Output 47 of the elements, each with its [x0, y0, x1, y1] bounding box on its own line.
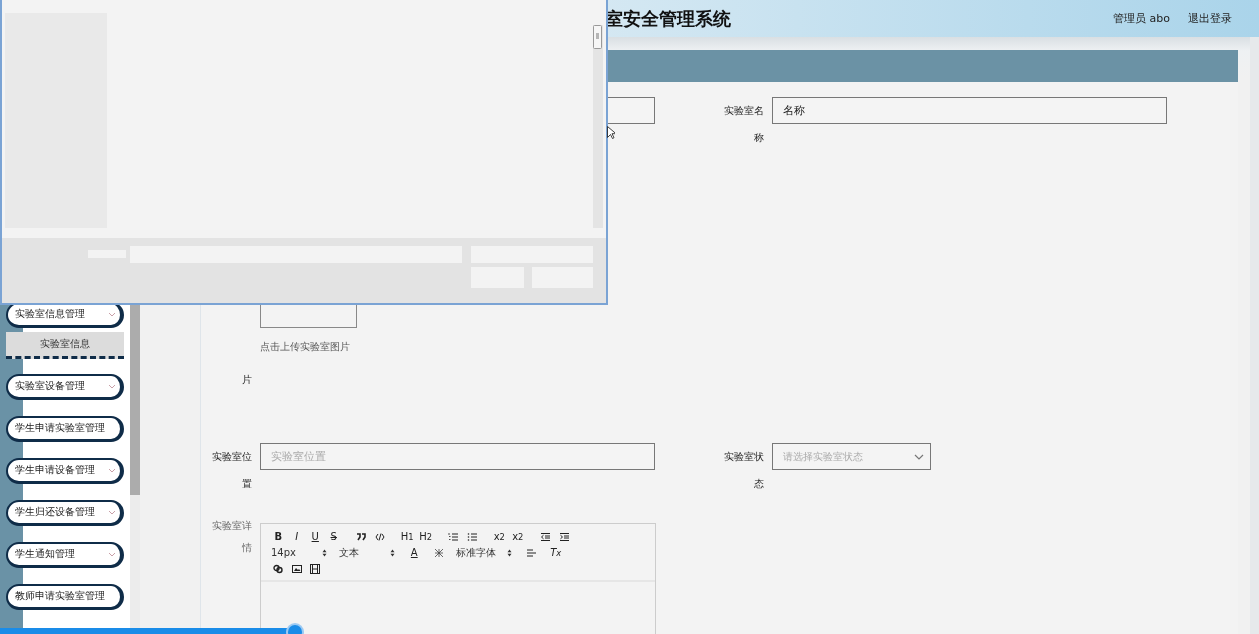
menu-item[interactable]: 学生申请实验室管理 — [6, 416, 124, 442]
menu-item[interactable]: 实验室设备管理 — [6, 374, 124, 400]
format-button[interactable]: A — [405, 545, 424, 560]
indent-icon[interactable] — [558, 531, 569, 542]
toolbar-dropdown[interactable]: 文本 — [337, 545, 397, 560]
logout-link[interactable]: 退出登录 — [1188, 11, 1232, 26]
format-button[interactable]: S — [324, 529, 343, 544]
chevron-icon — [108, 384, 116, 389]
format-button[interactable]: I — [287, 529, 306, 544]
image-icon[interactable] — [291, 563, 302, 574]
chevron-icon — [108, 552, 116, 557]
text-field[interactable]: 名称 — [772, 97, 1167, 124]
field-label: 实验室详情 — [211, 519, 252, 555]
toolbar-dropdown[interactable]: 标准字体 — [454, 545, 514, 560]
field-label: 实验室状态 — [723, 450, 764, 491]
updown-icon — [322, 548, 327, 557]
menu-item[interactable]: 学生归还设备管理 — [6, 500, 124, 526]
updown-icon — [390, 548, 395, 557]
chevron-icon — [108, 468, 116, 473]
code-icon[interactable] — [374, 531, 385, 542]
chevron-icon — [108, 312, 116, 317]
link-icon[interactable] — [273, 563, 284, 574]
menu-item[interactable]: 学生通知管理 — [6, 542, 124, 568]
toolbar-dropdown[interactable]: 14px — [269, 545, 329, 560]
submenu-item[interactable]: 实验室信息 — [6, 332, 124, 359]
align-icon[interactable] — [526, 547, 537, 558]
dropdown-placeholder: 请选择实验室状态 — [783, 449, 863, 464]
chevron-icon — [914, 453, 924, 460]
menu-item[interactable]: 教师申请实验室管理 — [6, 584, 124, 610]
highlight-icon[interactable] — [433, 547, 444, 558]
field-label: 片 — [241, 373, 252, 387]
scrollbar-thumb — [593, 25, 602, 49]
format-button[interactable]: U — [306, 529, 325, 544]
text-field[interactable]: 实验室位置 — [260, 443, 655, 470]
outdent-icon[interactable] — [540, 531, 551, 542]
upload-hint: 点击上传实验室图片 — [260, 341, 351, 354]
numbered-list-icon[interactable] — [448, 531, 459, 542]
field-label: 实验室名称 — [723, 104, 764, 145]
format-button[interactable]: B — [269, 529, 288, 544]
bullet-list-icon[interactable] — [466, 531, 477, 542]
user-name: 管理员 abo — [1113, 11, 1170, 26]
chevron-icon — [108, 510, 116, 515]
menu-item[interactable]: 学生申请设备管理 — [6, 458, 124, 484]
quote-icon[interactable] — [356, 531, 367, 542]
video-icon[interactable] — [310, 563, 321, 574]
updown-icon — [507, 548, 512, 557]
field-label: 实验室位置 — [211, 450, 252, 491]
